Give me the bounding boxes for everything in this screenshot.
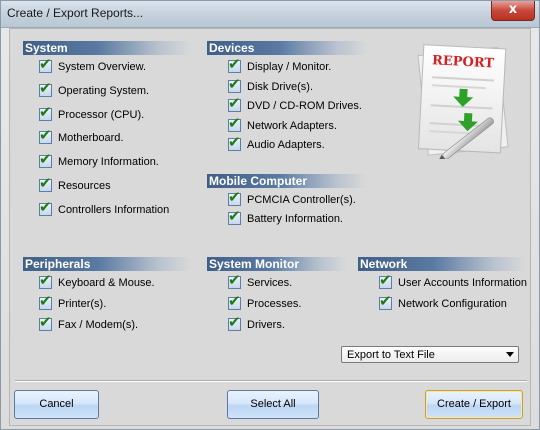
report-document-icon: REPORT [417,44,509,159]
checkbox[interactable]: ✔ [39,126,52,144]
checkbox[interactable]: ✔ [39,55,52,73]
cancel-button[interactable]: Cancel [14,390,99,419]
group-header-mobile-computer: Mobile Computer [207,174,367,188]
group-header-system-monitor: System Monitor [207,257,347,271]
checkmark-icon: ✔ [228,75,241,93]
checkmark-icon: ✔ [228,188,241,206]
checkmark-icon: ✔ [39,79,52,97]
checkbox[interactable]: ✔ [39,198,52,216]
create-export-button[interactable]: Create / Export [425,390,523,419]
checkbox-label: DVD / CD-ROM Drives. [247,100,362,112]
checkbox-label: Controllers Information [58,204,170,216]
checkbox-label: Operating System. [58,85,150,97]
checkbox-label: Fax / Modem(s). [58,319,139,331]
select-all-button[interactable]: Select All [227,390,319,419]
close-button[interactable]: x [491,1,535,21]
group-header-network: Network [358,257,526,271]
group-header-peripherals: Peripherals [23,257,191,271]
checkmark-icon: ✔ [379,271,392,289]
checkbox[interactable]: ✔ [39,292,52,310]
window-title: Create / Export Reports... [7,6,144,20]
checkbox-label: Network Adapters. [247,120,337,132]
checkbox-label: Audio Adapters. [247,139,325,151]
checkbox[interactable]: ✔ [228,292,241,310]
chevron-down-icon[interactable] [506,352,514,357]
checkbox-label: Battery Information. [247,213,343,225]
group-header-devices: Devices [207,41,367,55]
checkmark-icon: ✔ [39,198,52,216]
checkbox-label: Network Configuration [398,298,507,310]
checkmark-icon: ✔ [379,292,392,310]
create-export-reports-dialog: Create / Export Reports... x System Devi… [0,0,540,430]
checkbox-label: Keyboard & Mouse. [58,277,155,289]
checkbox[interactable]: ✔ [39,150,52,168]
export-format-value: Export to Text File [347,349,435,361]
divider [15,380,527,382]
checkmark-icon: ✔ [228,207,241,225]
checkbox[interactable]: ✔ [228,271,241,289]
export-format-select[interactable]: Export to Text File [341,346,519,363]
checkbox-label: Processor (CPU). [58,109,145,121]
checkmark-icon: ✔ [39,103,52,121]
checkmark-icon: ✔ [39,55,52,73]
checkbox-label: User Accounts Information [398,277,528,289]
checkbox[interactable]: ✔ [39,174,52,192]
checkbox-label: Processes. [247,298,302,310]
title-bar: Create / Export Reports... x [1,1,539,28]
checkbox-label: Resources [58,180,111,192]
checkbox[interactable]: ✔ [39,103,52,121]
checkmark-icon: ✔ [39,150,52,168]
checkmark-icon: ✔ [228,114,241,132]
checkmark-icon: ✔ [39,313,52,331]
checkbox[interactable]: ✔ [228,313,241,331]
checkbox[interactable]: ✔ [228,133,241,151]
group-header-system: System [23,41,191,55]
checkbox-label: Memory Information. [58,156,159,168]
checkbox[interactable]: ✔ [379,292,392,310]
close-icon: x [508,2,518,17]
checkmark-icon: ✔ [228,271,241,289]
checkbox[interactable]: ✔ [228,75,241,93]
checkbox[interactable]: ✔ [228,207,241,225]
checkmark-icon: ✔ [228,94,241,112]
checkmark-icon: ✔ [228,313,241,331]
checkbox-label: System Overview. [58,61,147,73]
checkmark-icon: ✔ [39,126,52,144]
checkbox-label: PCMCIA Controller(s). [247,194,356,206]
checkbox-label: Services. [247,277,293,289]
checkbox[interactable]: ✔ [379,271,392,289]
checkmark-icon: ✔ [39,174,52,192]
checkmark-icon: ✔ [228,292,241,310]
checkbox-label: Motherboard. [58,132,124,144]
checkbox-label: Drivers. [247,319,285,331]
checkbox[interactable]: ✔ [39,79,52,97]
checkbox[interactable]: ✔ [228,94,241,112]
checkmark-icon: ✔ [39,271,52,289]
checkmark-icon: ✔ [228,133,241,151]
checkbox[interactable]: ✔ [228,188,241,206]
checkbox-label: Display / Monitor. [247,61,332,73]
checkbox[interactable]: ✔ [39,313,52,331]
checkbox-label: Printer(s). [58,298,107,310]
checkbox[interactable]: ✔ [228,55,241,73]
checkbox-label: Disk Drive(s). [247,81,313,93]
checkmark-icon: ✔ [39,292,52,310]
checkbox[interactable]: ✔ [39,271,52,289]
checkbox[interactable]: ✔ [228,114,241,132]
checkmark-icon: ✔ [228,55,241,73]
